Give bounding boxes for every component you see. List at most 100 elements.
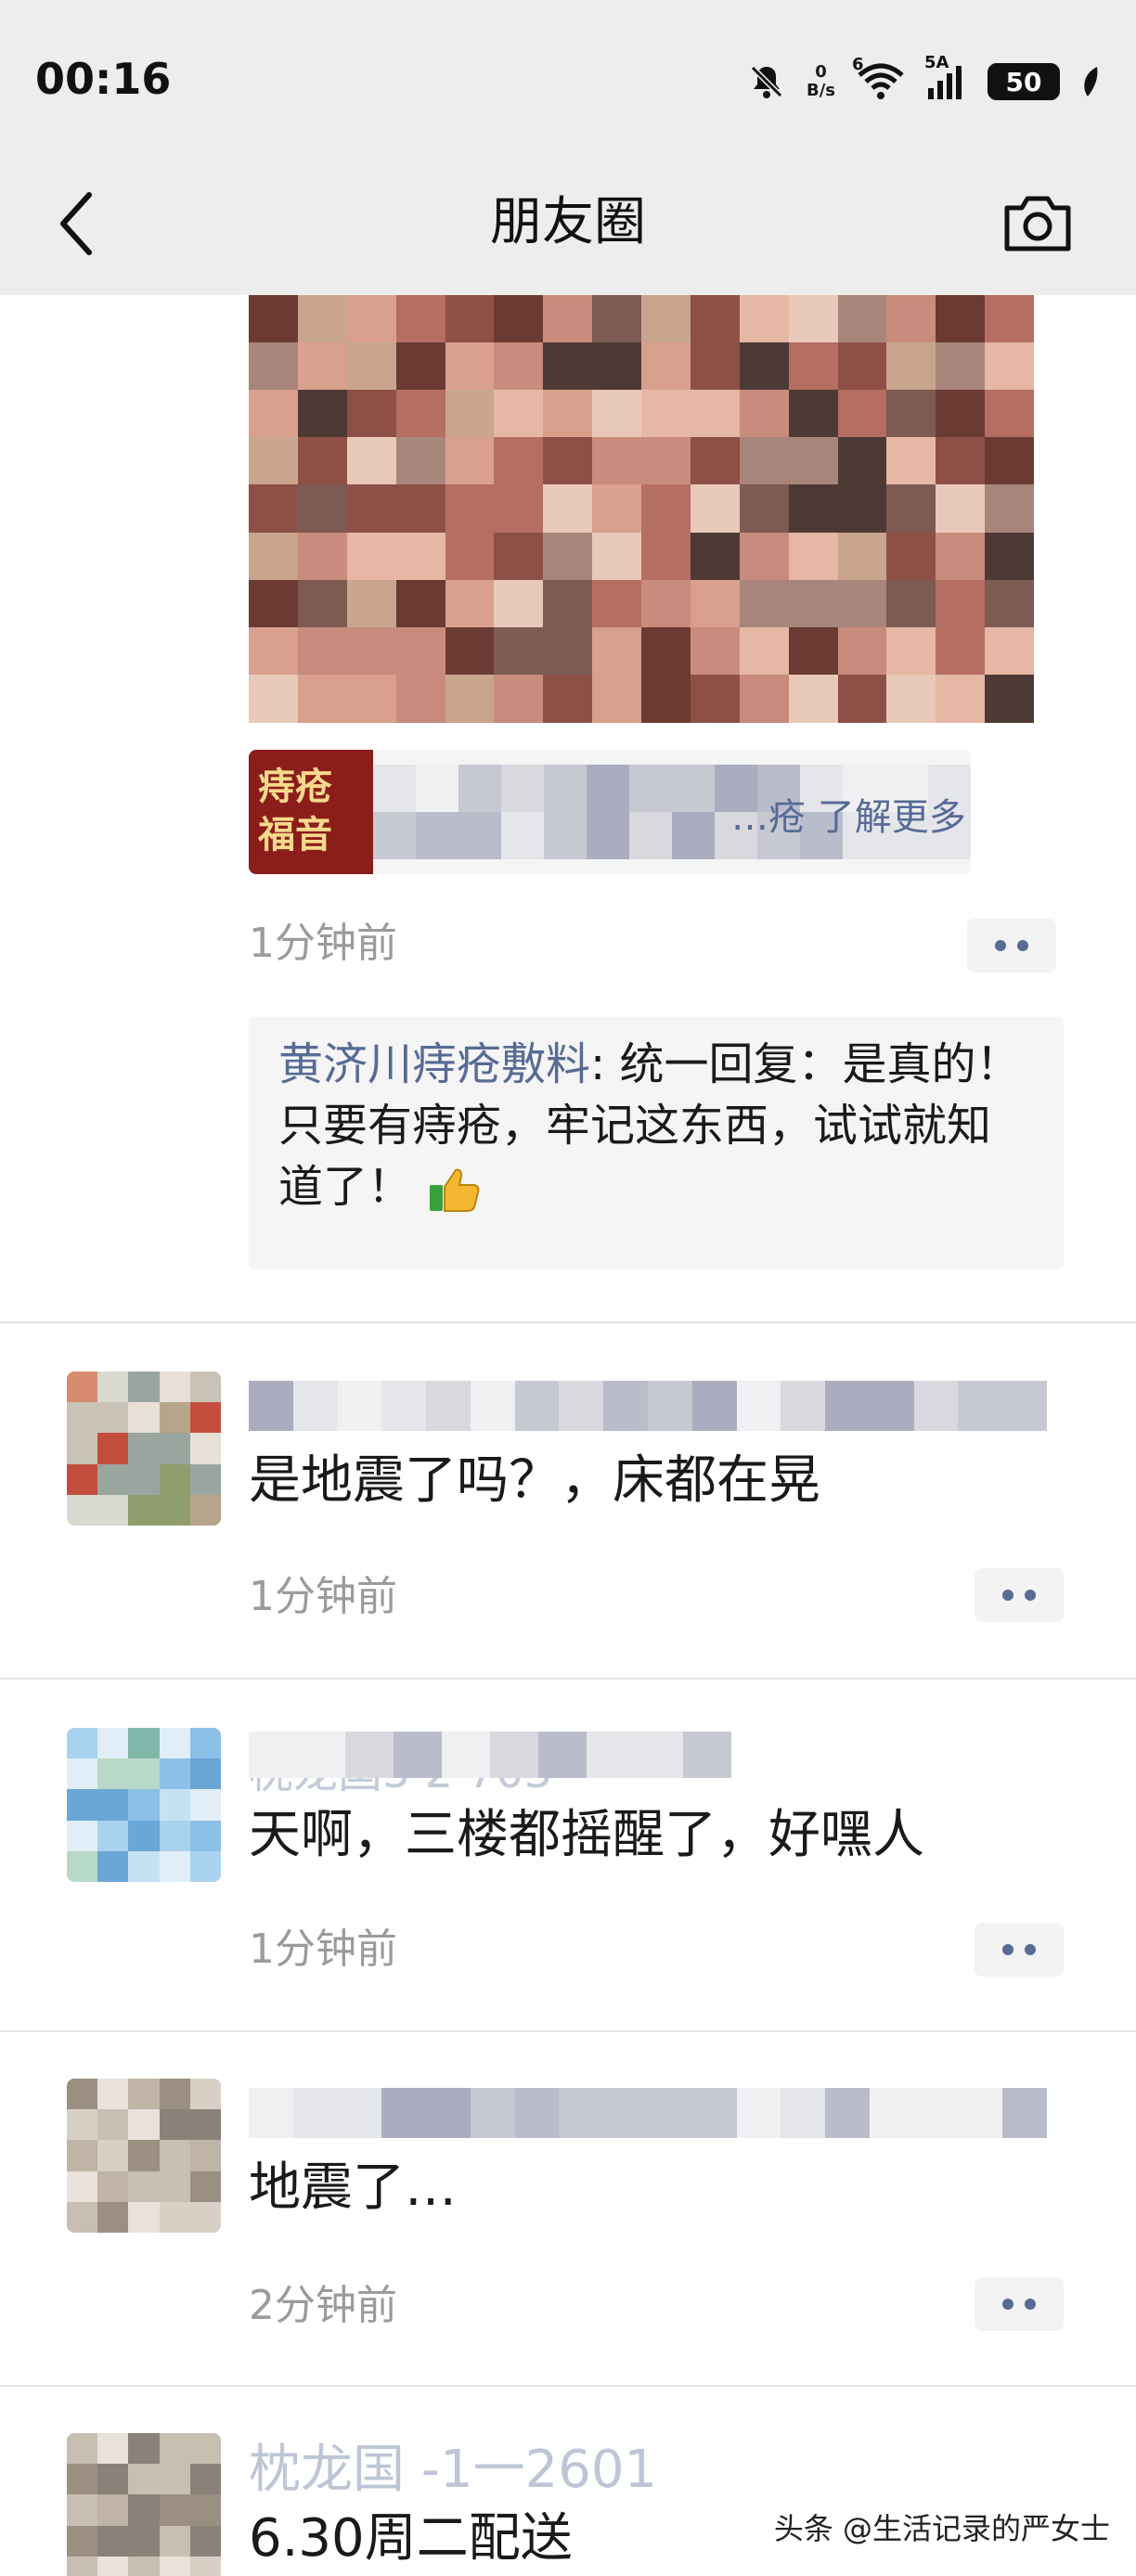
mosaic-cell [958,1381,1003,1431]
mosaic-cell [297,1732,345,1778]
post-name-blur [249,1732,731,1778]
mosaic-cell [837,579,887,628]
mosaic-cell [159,1820,191,1852]
mosaic-cell [494,484,544,534]
avatar[interactable] [67,1728,221,1882]
watermark: 头条 @生活记录的严女士 [773,2511,1110,2546]
mosaic-cell [159,1372,191,1403]
mosaic-cell [159,2170,191,2203]
mosaic-cell [395,532,445,581]
battery-level: 50 [1005,66,1042,97]
more-actions-button[interactable] [967,919,1056,972]
mosaic-cell [128,2201,161,2233]
more-actions-button[interactable] [975,2277,1064,2331]
more-actions-button[interactable] [975,1568,1064,1622]
camera-icon [1004,196,1071,251]
more-actions-button[interactable] [975,1923,1064,1977]
mosaic-cell [128,1433,161,1465]
mosaic-cell [690,342,740,392]
mosaic-cell [189,1433,221,1465]
mosaic-cell [189,2494,221,2527]
mosaic-cell [672,812,715,859]
mosaic-cell [67,1758,98,1791]
mosaic-cell [128,2079,161,2110]
comment-nickname[interactable]: 黄济川痔疮敷料 [278,1038,590,1090]
mosaic-cell [67,1820,98,1852]
camera-button[interactable] [1000,186,1075,260]
mosaic-cell [159,1758,191,1791]
mosaic-cell [292,2088,338,2138]
mosaic-cell [494,674,544,723]
mosaic-cell [494,626,544,676]
mosaic-cell [67,2464,98,2496]
mosaic-cell [1002,1381,1048,1431]
mosaic-cell [128,1820,161,1852]
mosaic-cell [97,1463,130,1496]
mosaic-cell [559,2088,604,2138]
mosaic-cell [297,674,347,723]
mosaic-cell [345,1732,394,1778]
mosaic-cell [641,437,691,486]
mosaic-cell [592,532,642,581]
mosaic-cell [985,579,1035,628]
mosaic-cell [543,342,593,392]
mosaic-cell [249,390,298,439]
mosaic-cell [837,532,887,581]
mosaic-cell [501,812,544,859]
mosaic-cell [97,2464,130,2496]
net-speed-value: 0 [815,62,827,82]
mosaic-cell [587,1732,635,1778]
mosaic-cell [445,579,495,628]
mosaic-cell [543,295,593,343]
mosaic-cell [373,765,416,812]
mosaic-cell [936,437,986,486]
avatar[interactable] [67,1372,221,1526]
dot-icon [1025,1944,1036,1955]
mosaic-cell [128,1494,161,1526]
mosaic-cell [97,1728,130,1759]
mosaic-cell [736,1381,781,1431]
mosaic-cell [936,579,986,628]
mosaic-cell [494,437,544,486]
link-card[interactable]: 痔疮福音 …疮 了解更多 [249,750,971,874]
mosaic-cell [985,390,1035,439]
mosaic-cell [159,2464,191,2496]
mosaic-cell [189,2140,221,2172]
mosaic-cell [672,765,715,812]
mosaic-cell [159,1850,191,1882]
mosaic-cell [458,812,501,859]
mosaic-cell [249,484,298,534]
post-author-name[interactable]: 枕龙国 -1一2601 [249,2428,657,2500]
mosaic-cell [395,390,445,439]
avatar[interactable] [67,2433,221,2576]
mosaic-cell [249,1381,293,1431]
status-bar: 00:16 0 B/s 6 5A 50 [0,0,1136,158]
comment-separator: : [590,1038,620,1090]
mosaic-cell [97,1789,130,1822]
post-text: 6.30周二配送 [249,2508,573,2569]
mosaic-cell [97,2433,130,2465]
mosaic-cell [442,1732,490,1778]
mosaic-cell [445,484,495,534]
link-card-thumbnail: 痔疮福音 [249,750,373,874]
dot-icon [1002,2299,1013,2310]
mosaic-cell [189,1494,221,1526]
mosaic-cell [297,532,347,581]
mosaic-cell [543,674,593,723]
mosaic-cell [837,295,887,343]
mosaic-cell [781,1381,826,1431]
mosaic-cell [159,2433,191,2465]
mosaic-cell [346,579,396,628]
mosaic-cell [189,2525,221,2557]
mosaic-cell [189,1402,221,1435]
mosaic-cell [641,579,691,628]
post-image-grid[interactable] [249,295,1035,723]
mosaic-cell [67,1789,98,1822]
mosaic-cell [189,2170,221,2203]
mosaic-cell [690,390,740,439]
mosaic-cell [543,437,593,486]
mosaic-cell [458,765,501,812]
mosaic-cell [837,342,887,392]
mosaic-cell [159,1402,191,1435]
avatar[interactable] [67,2079,221,2233]
